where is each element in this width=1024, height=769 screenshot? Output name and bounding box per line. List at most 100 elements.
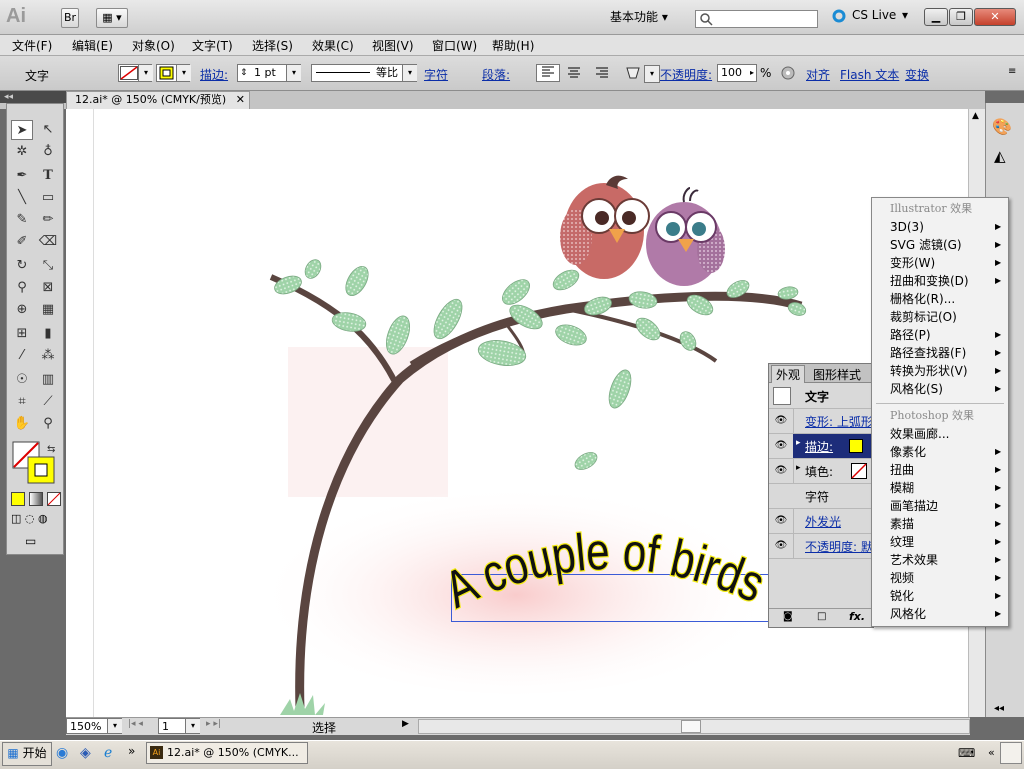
eye-icon[interactable]: 👁	[769, 534, 794, 558]
keyboard-tray-icon[interactable]: ⌨	[958, 746, 975, 760]
flash-text-link[interactable]: Flash 文本	[840, 66, 899, 83]
eye-icon[interactable]: 👁	[769, 459, 794, 483]
start-button[interactable]: ▦ 开始	[2, 742, 52, 766]
taskbar-illustrator-task[interactable]: Ai 12.ai* @ 150% (CMYK...	[146, 742, 308, 764]
color-panel-icon[interactable]: 🎨	[992, 117, 1012, 136]
tray-clock-icon[interactable]	[1000, 742, 1022, 764]
quicklaunch-app-icon[interactable]: ◈	[80, 745, 91, 761]
add-stroke-icon[interactable]: ◙	[783, 611, 793, 622]
menu-item-distort[interactable]: 扭曲	[890, 461, 914, 479]
align-right-button[interactable]	[594, 66, 610, 81]
slice-tool-icon[interactable]: ⟋	[37, 392, 59, 412]
menu-item-crop-marks[interactable]: 裁剪标记(O)	[890, 308, 957, 326]
next-page-icon[interactable]: ▸ ▸|	[206, 719, 221, 729]
eye-icon[interactable]: 👁	[769, 434, 794, 458]
add-fill-icon[interactable]: □	[817, 611, 826, 622]
tab-appearance[interactable]: 外观	[771, 365, 806, 383]
menu-item-video[interactable]: 视频	[890, 569, 914, 587]
menu-type[interactable]: 文字(T)	[192, 37, 233, 54]
menu-item-stylize-illustrator[interactable]: 风格化(S)	[890, 380, 943, 398]
column-graph-tool-icon[interactable]: ▥	[37, 370, 59, 390]
shape-builder-tool-icon[interactable]: ⊕	[11, 300, 33, 320]
appearance-fill-row[interactable]: 👁 ▸ 填色:	[769, 459, 873, 484]
color-mode-buttons[interactable]	[11, 492, 61, 506]
eye-icon[interactable]: 👁	[769, 509, 794, 533]
brush-dropdown[interactable]: ▾	[624, 65, 660, 83]
menu-view[interactable]: 视图(V)	[372, 37, 414, 54]
menu-item-artistic[interactable]: 艺术效果	[890, 551, 938, 569]
none-mode-icon[interactable]	[47, 492, 61, 506]
bridge-button[interactable]: Br	[61, 8, 79, 28]
appearance-stroke-row[interactable]: 👁 ▸ 描边:	[769, 434, 873, 459]
outer-glow-link[interactable]: 外发光	[805, 513, 841, 530]
blend-tool-icon[interactable]: ⁂	[37, 346, 59, 366]
page-field[interactable]: 1 ▾	[158, 718, 200, 734]
menu-file[interactable]: 文件(F)	[12, 37, 52, 54]
appearance-object-row[interactable]: 文字	[769, 384, 873, 409]
menu-item-distort-transform[interactable]: 扭曲和变换(D)	[890, 272, 969, 290]
scroll-up-icon[interactable]: ▲	[972, 111, 979, 121]
line-tool-icon[interactable]: ╲	[11, 188, 33, 208]
lasso-tool-icon[interactable]: ♁	[37, 142, 59, 162]
menu-item-rasterize[interactable]: 栅格化(R)...	[890, 290, 955, 308]
menu-item-svg-filters[interactable]: SVG 滤镜(G)	[890, 236, 962, 254]
cs-live-button[interactable]: CS Live ▾	[832, 8, 912, 26]
tools-collapse-icon[interactable]: ◂◂	[0, 91, 66, 103]
dock-expand-icon[interactable]: ◂◂	[994, 703, 1004, 714]
opacity-arrow-icon[interactable]: ▸	[750, 65, 754, 81]
blob-brush-tool-icon[interactable]: ✐	[11, 232, 33, 252]
search-input[interactable]	[695, 10, 818, 28]
minimize-button[interactable]: ▁	[924, 8, 948, 26]
screen-mode-icon[interactable]: ▭	[25, 534, 47, 550]
close-tab-icon[interactable]: ✕	[236, 92, 245, 108]
restore-button[interactable]: ❐	[949, 8, 973, 26]
recolor-artwork-icon[interactable]	[780, 65, 796, 81]
eraser-tool-icon[interactable]: ⌫	[37, 232, 59, 252]
document-tab[interactable]: 12.ai* @ 150% (CMYK/预览) ✕	[66, 91, 250, 109]
menu-item-stylize-photoshop[interactable]: 风格化	[890, 605, 926, 623]
stroke-attribute-link[interactable]: 描边:	[805, 438, 833, 455]
tray-expand-icon[interactable]: «	[988, 746, 995, 759]
appearance-character-row[interactable]: 字符	[769, 484, 873, 509]
no-fill-swatch-icon[interactable]	[851, 463, 867, 479]
eye-icon[interactable]: 👁	[769, 409, 794, 433]
expand-triangle-icon[interactable]: ▸	[796, 463, 801, 473]
headline-text-svg[interactable]: A couple of birds	[451, 509, 771, 629]
variable-width-profile[interactable]: 等比 ▾	[311, 64, 417, 82]
menu-item-brush-strokes[interactable]: 画笔描边	[890, 497, 938, 515]
fx-icon[interactable]: fx.	[849, 610, 865, 623]
appearance-warp-row[interactable]: 👁 变形: 上弧形	[769, 409, 873, 434]
expand-triangle-icon[interactable]: ▸	[796, 438, 801, 448]
menu-item-effect-gallery[interactable]: 效果画廊...	[890, 425, 949, 443]
pen-tool-icon[interactable]: ✒	[11, 166, 33, 186]
zoom-dropdown[interactable]: 150% ▾	[66, 718, 122, 734]
zoom-tool-icon[interactable]: ⚲	[37, 414, 59, 434]
artboard-tool-icon[interactable]: ⌗	[11, 392, 33, 412]
appearance-outer-glow-row[interactable]: 👁 外发光	[769, 509, 873, 534]
stroke-color-swatch[interactable]	[849, 439, 863, 453]
menu-select[interactable]: 选择(S)	[252, 37, 293, 54]
scale-tool-icon[interactable]: ⤡	[37, 256, 59, 276]
magic-wand-tool-icon[interactable]: ✲	[11, 142, 33, 162]
opacity-link[interactable]: 不透明度:	[660, 66, 712, 83]
stroke-weight-field[interactable]: ⇕ 1 pt ▾	[237, 64, 301, 82]
color-guide-icon[interactable]: ◭	[994, 147, 1006, 165]
align-link[interactable]: 对齐	[806, 66, 830, 83]
menu-window[interactable]: 窗口(W)	[432, 37, 477, 54]
first-page-icon[interactable]: |◂ ◂	[128, 719, 143, 729]
rectangle-tool-icon[interactable]: ▭	[37, 188, 59, 208]
direct-selection-tool-icon[interactable]: ↖	[37, 120, 59, 140]
hscroll-thumb[interactable]	[681, 720, 701, 733]
appearance-opacity-row[interactable]: 👁 不透明度: 默	[769, 534, 873, 559]
color-mode-icon[interactable]	[11, 492, 25, 506]
arrange-documents-button[interactable]: ▦ ▾	[96, 8, 128, 28]
menu-item-warp[interactable]: 变形(W)	[890, 254, 935, 272]
menu-item-sketch[interactable]: 素描	[890, 515, 914, 533]
workspace-switcher[interactable]: 基本功能 ▾	[610, 8, 682, 26]
tab-graphic-styles[interactable]: 图形样式	[813, 366, 861, 383]
warp-effect-link[interactable]: 变形: 上弧形	[805, 413, 873, 430]
gradient-mode-icon[interactable]	[29, 492, 43, 506]
free-transform-tool-icon[interactable]: ⊠	[37, 278, 59, 298]
status-text[interactable]: 选择	[312, 719, 336, 736]
menu-item-pixelate[interactable]: 像素化	[890, 443, 926, 461]
